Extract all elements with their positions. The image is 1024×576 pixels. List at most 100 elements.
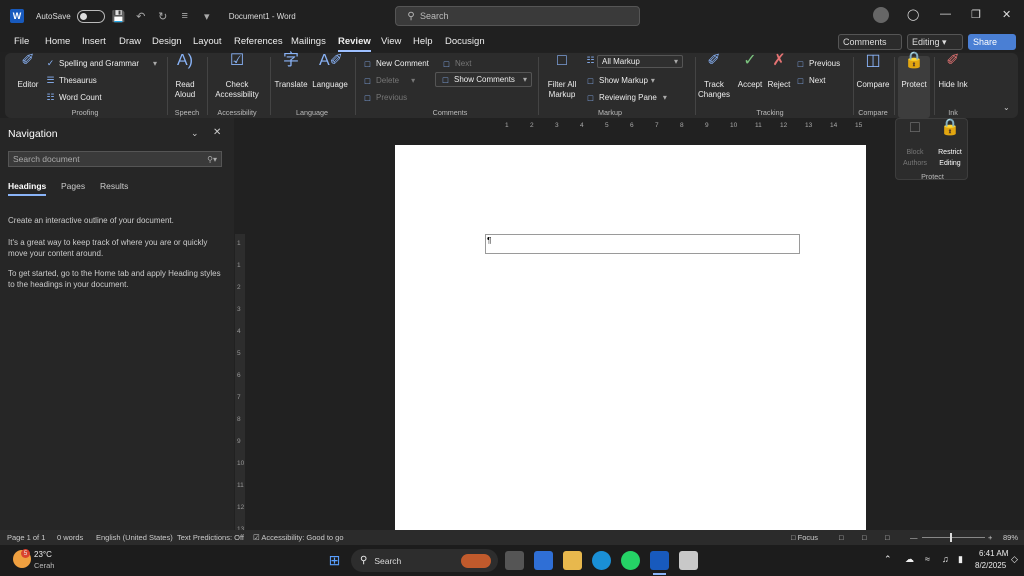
reviewing-pane-button[interactable]: □ Reviewing Pane ▾ [585, 92, 667, 103]
new-comment-button[interactable]: □ New Comment [362, 58, 429, 69]
text-box[interactable]: ¶ [485, 234, 800, 254]
language-button[interactable]: A✐ Language [311, 53, 349, 90]
search-icon[interactable]: ⚲▾ [207, 155, 217, 164]
taskbar-search[interactable]: ⚲ Search [351, 549, 498, 572]
store-icon[interactable] [534, 551, 553, 570]
tab-review[interactable]: Review [338, 36, 371, 52]
read-aloud-button[interactable]: A) Read Aloud [171, 53, 199, 100]
filter-all-markup-button[interactable]: □ Filter All Markup [542, 53, 582, 100]
tab-layout[interactable]: Layout [193, 36, 222, 47]
editing-mode-button[interactable]: Editing ▾ [907, 34, 963, 50]
word-app-icon[interactable] [650, 551, 669, 570]
protect-button[interactable]: 🔒 Protect [898, 53, 930, 118]
redo-icon[interactable]: ↻ [155, 8, 171, 24]
previous-comment-button[interactable]: □ Previous [362, 92, 407, 103]
all-markup-dropdown[interactable]: All Markup ▾ [597, 55, 683, 68]
clock-date[interactable]: 8/2/2025 [975, 561, 1006, 570]
editing-label: Editing [912, 37, 940, 47]
cloud-icon[interactable]: ☁ [905, 554, 914, 565]
focus-button[interactable]: □ Focus [791, 533, 818, 542]
previous-change-button[interactable]: □ Previous [795, 58, 840, 69]
word-count-button[interactable]: ☷ Word Count [45, 92, 101, 103]
vertical-ruler[interactable]: 112345678910111213 [235, 234, 245, 533]
search-document-input[interactable]: Search document ⚲▾ [8, 151, 222, 167]
zoom-out-icon[interactable]: — [910, 533, 918, 542]
web-layout-icon[interactable]: □ [885, 533, 890, 542]
tab-file[interactable]: File [14, 36, 29, 47]
tab-view[interactable]: View [381, 36, 401, 47]
spelling-grammar-button[interactable]: ✓ Spelling and Grammar ▾ [45, 58, 157, 69]
bullets-icon[interactable]: ≡ [177, 8, 193, 24]
save-icon[interactable]: 💾 [111, 8, 127, 24]
hidden-icons-icon[interactable]: ⌃ [884, 554, 892, 565]
task-view-icon[interactable] [505, 551, 524, 570]
restore-icon[interactable]: ❐ [971, 8, 981, 21]
avatar[interactable] [873, 7, 889, 23]
page-count[interactable]: Page 1 of 1 [7, 533, 45, 542]
next-change-button[interactable]: □ Next [795, 75, 826, 86]
file-explorer-icon[interactable] [563, 551, 582, 570]
thesaurus-button[interactable]: ☰ Thesaurus [45, 75, 96, 86]
comments-button[interactable]: Comments [838, 34, 902, 50]
autosave-toggle[interactable] [76, 9, 105, 23]
start-icon[interactable]: ⊞ [326, 552, 343, 569]
snipping-tool-icon[interactable] [679, 551, 698, 570]
lightbulb-icon[interactable]: ◯ [907, 8, 919, 21]
volume-icon[interactable]: ♫ [942, 554, 949, 564]
tab-home[interactable]: Home [45, 36, 70, 47]
tab-insert[interactable]: Insert [82, 36, 106, 47]
check-accessibility-button[interactable]: ☑ Check Accessibility [209, 53, 265, 100]
text-predictions-status[interactable]: Text Predictions: Off [177, 533, 244, 542]
horizontal-ruler[interactable]: 1 2 3 4 5 6 7 8 9 10 11 12 13 14 15 [395, 121, 865, 133]
zoom-slider[interactable] [922, 537, 985, 538]
block-authors-button[interactable]: □ Block Authors [899, 120, 931, 169]
close-icon[interactable]: ✕ [1002, 8, 1011, 21]
whatsapp-icon[interactable] [621, 551, 640, 570]
nav-close-icon[interactable]: ✕ [213, 127, 221, 138]
hide-ink-button[interactable]: ✐ Hide Ink [938, 53, 968, 90]
nav-options-icon[interactable]: ⌄ [191, 128, 199, 139]
reviewing-pane-icon: □ [587, 92, 594, 103]
tab-docusign[interactable]: Docusign [445, 36, 485, 47]
print-layout-icon[interactable]: □ [839, 533, 844, 542]
nav-tab-results[interactable]: Results [100, 181, 128, 191]
show-comments-dropdown[interactable]: □ Show Comments ▾ [435, 72, 532, 87]
wifi-icon[interactable]: ≈ [925, 554, 930, 564]
nav-tab-pages[interactable]: Pages [61, 181, 85, 191]
language-status[interactable]: English (United States) [96, 533, 173, 542]
accept-button[interactable]: ✓ Accept [735, 53, 765, 90]
tab-references[interactable]: References [234, 36, 283, 47]
word-count[interactable]: 0 words [57, 533, 83, 542]
edge-icon[interactable] [592, 551, 611, 570]
track-changes-button[interactable]: ✐ Track Changes [695, 53, 733, 100]
customize-toolbar-icon[interactable]: ▾ [199, 8, 215, 24]
minimize-icon[interactable]: — [940, 8, 951, 20]
review-display-icon: ☷ [586, 55, 595, 65]
read-mode-icon[interactable]: □ [862, 533, 867, 542]
reject-button[interactable]: ✗ Reject [765, 53, 793, 90]
ribbon-collapse-icon[interactable]: ⌄ [1003, 103, 1010, 112]
compare-button[interactable]: ◫ Compare [855, 53, 891, 90]
zoom-slider-thumb[interactable] [950, 533, 952, 542]
share-button[interactable]: Share [968, 34, 1016, 50]
tab-draw[interactable]: Draw [119, 36, 141, 47]
translate-button[interactable]: 字 Translate [274, 53, 308, 90]
title-search-box[interactable]: ⚲ Search [395, 6, 640, 26]
zoom-in-icon[interactable]: + [988, 533, 992, 542]
delete-comment-button[interactable]: □ Delete ▾ [362, 75, 415, 86]
show-markup-button[interactable]: □ Show Markup ▾ [585, 75, 655, 86]
tab-mailings[interactable]: Mailings [291, 36, 326, 47]
tab-help[interactable]: Help [413, 36, 433, 47]
battery-icon[interactable]: ▮ [958, 554, 963, 565]
clock-time[interactable]: 6:41 AM [979, 549, 1008, 558]
undo-icon[interactable]: ↶ [133, 8, 149, 24]
document-page[interactable]: ¶ [395, 145, 866, 530]
notifications-icon[interactable]: ◇ [1011, 554, 1018, 565]
nav-tab-headings[interactable]: Headings [8, 181, 47, 196]
zoom-level[interactable]: 89% [1003, 533, 1018, 542]
tab-design[interactable]: Design [152, 36, 182, 47]
restrict-editing-button[interactable]: 🔒 Restrict Editing [933, 120, 967, 169]
next-comment-button[interactable]: □ Next [441, 58, 472, 69]
accessibility-status[interactable]: ☑ Accessibility: Good to go [253, 533, 344, 542]
editor-button[interactable]: ✐ Editor [13, 53, 43, 90]
